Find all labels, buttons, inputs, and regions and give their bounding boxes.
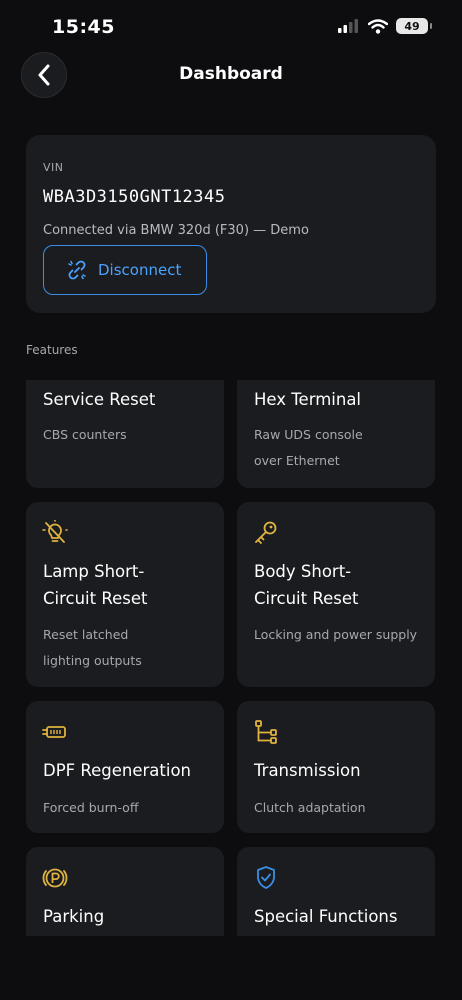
feature-card-lamp-short-circuit-reset[interactable]: Lamp Short-Circuit Reset Reset latched l… bbox=[26, 502, 224, 687]
connection-status: Connected via BMW 320d (F30) — Demo bbox=[43, 223, 309, 238]
disconnect-button[interactable]: Disconnect bbox=[43, 245, 207, 295]
vin-label: VIN bbox=[43, 161, 64, 174]
feature-subtitle: Raw UDS console over Ethernet bbox=[254, 427, 363, 468]
shield-check-icon bbox=[257, 866, 275, 889]
cellular-signal-icon bbox=[338, 19, 358, 33]
parking-brake-icon bbox=[42, 868, 68, 888]
feature-card-special-functions[interactable]: Special Functions bbox=[237, 847, 435, 936]
status-time: 15:45 bbox=[52, 16, 115, 38]
bulb-off-icon bbox=[42, 520, 68, 543]
wifi-icon bbox=[368, 18, 388, 34]
vin-value: WBA3D3150GNT12345 bbox=[43, 187, 226, 207]
feature-subtitle: CBS counters bbox=[43, 427, 127, 442]
feature-title: DPF Regeneration bbox=[43, 761, 192, 780]
nav-bar: Dashboard bbox=[0, 50, 462, 100]
section-label-features: Features bbox=[26, 343, 78, 357]
feature-subtitle: Clutch adaptation bbox=[254, 800, 366, 815]
feature-card-transmission[interactable]: Transmission Clutch adaptation bbox=[237, 701, 435, 833]
feature-subtitle: Locking and power supply bbox=[254, 627, 418, 642]
features-grid[interactable]: Service Reset CBS counters Hex Terminal … bbox=[0, 380, 462, 936]
feature-title: Hex Terminal bbox=[254, 390, 362, 409]
status-bar: 15:45 49 bbox=[0, 0, 462, 56]
unlink-icon bbox=[68, 260, 86, 280]
feature-title: Special Functions bbox=[254, 907, 398, 926]
feature-title: Parking bbox=[43, 907, 105, 926]
feature-title: Lamp Short-Circuit Reset bbox=[43, 562, 148, 608]
feature-title: Body Short-Circuit Reset bbox=[254, 562, 359, 608]
feature-subtitle: Reset latched lighting outputs bbox=[43, 627, 142, 668]
feature-title: Service Reset bbox=[43, 390, 156, 409]
feature-card-hex-terminal[interactable]: Hex Terminal Raw UDS console over Ethern… bbox=[237, 380, 435, 488]
disconnect-label: Disconnect bbox=[98, 261, 182, 279]
feature-card-service-reset[interactable]: Service Reset CBS counters bbox=[26, 380, 224, 488]
dpf-icon bbox=[42, 726, 66, 738]
key-icon bbox=[255, 521, 277, 544]
vin-card: VIN WBA3D3150GNT12345 Connected via BMW … bbox=[26, 135, 436, 313]
feature-card-dpf-regeneration[interactable]: DPF Regeneration Forced burn-off bbox=[26, 701, 224, 833]
feature-card-parking[interactable]: Parking bbox=[26, 847, 224, 936]
battery-icon: 49 bbox=[396, 18, 432, 34]
page-title: Dashboard bbox=[179, 64, 283, 84]
feature-card-body-short-circuit-reset[interactable]: Body Short-Circuit Reset Locking and pow… bbox=[237, 502, 435, 687]
feature-subtitle: Forced burn-off bbox=[43, 800, 139, 815]
status-icons: 49 bbox=[338, 18, 432, 34]
branch-icon bbox=[255, 720, 277, 744]
feature-title: Transmission bbox=[254, 761, 361, 780]
